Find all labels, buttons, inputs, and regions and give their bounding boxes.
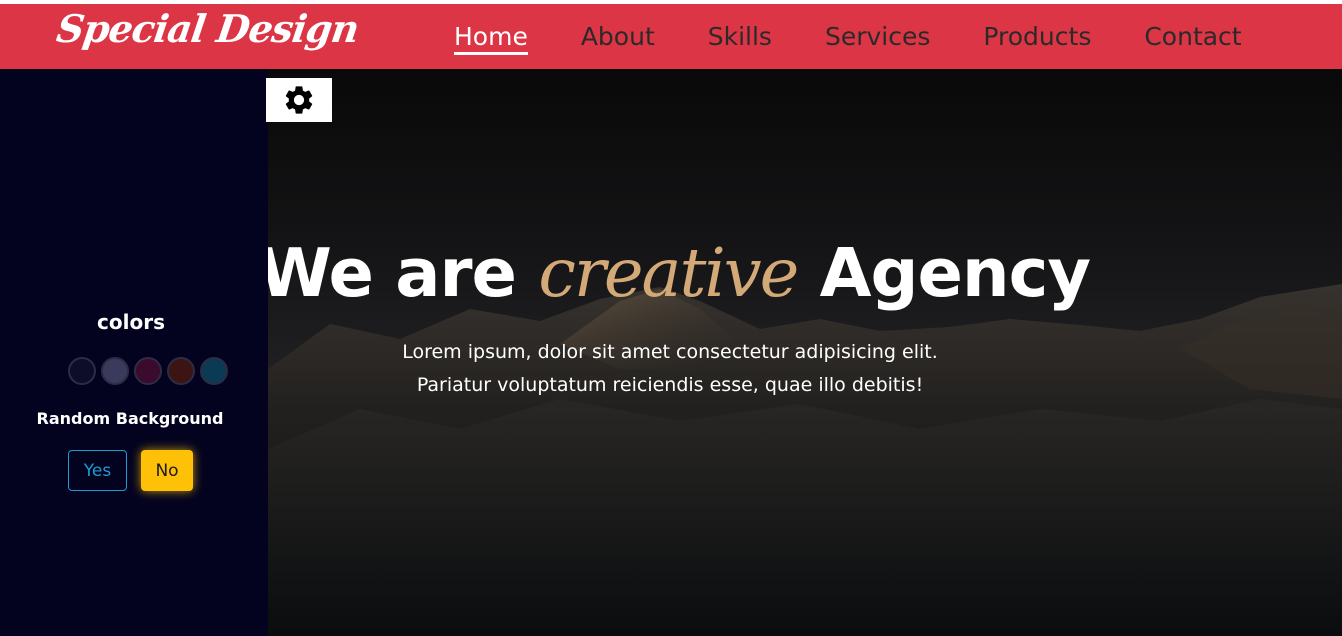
top-navbar: Special Design Home About Skills Service… <box>0 4 1342 69</box>
nav-item-services[interactable]: Services <box>825 24 930 49</box>
color-swatch-3[interactable] <box>134 357 162 385</box>
random-background-yes-button[interactable]: Yes <box>68 450 127 491</box>
nav-item-about[interactable]: About <box>581 24 655 49</box>
settings-panel: colors Random Background Yes No <box>0 69 268 636</box>
nav-item-contact[interactable]: Contact <box>1144 24 1241 49</box>
color-swatch-1[interactable] <box>68 357 96 385</box>
hero-title: We are creative Agency <box>258 234 1091 312</box>
hero-description: Lorem ipsum, dolor sit amet consectetur … <box>340 336 1000 402</box>
hero-title-accent: creative <box>538 234 799 312</box>
main-nav: Home About Skills Services Products Cont… <box>454 4 1295 69</box>
hero-title-prefix: We are <box>258 234 517 312</box>
hero-text-line-1: Lorem ipsum, dolor sit amet consectetur … <box>402 341 938 363</box>
gear-icon <box>285 86 313 114</box>
color-swatches <box>68 357 228 385</box>
color-swatch-5[interactable] <box>200 357 228 385</box>
site-logo[interactable]: Special Design <box>54 6 362 51</box>
colors-heading: colors <box>97 310 165 334</box>
color-swatch-4[interactable] <box>167 357 195 385</box>
settings-toggle-button[interactable] <box>266 78 332 122</box>
random-background-label: Random Background <box>36 409 224 428</box>
nav-item-home[interactable]: Home <box>454 24 528 55</box>
random-background-no-button[interactable]: No <box>141 450 193 491</box>
nav-item-products[interactable]: Products <box>983 24 1091 49</box>
hero-text-line-2: Pariatur voluptatum reiciendis esse, qua… <box>416 374 924 396</box>
nav-item-skills[interactable]: Skills <box>708 24 772 49</box>
hero-title-suffix: Agency <box>819 234 1091 312</box>
color-swatch-2[interactable] <box>101 357 129 385</box>
